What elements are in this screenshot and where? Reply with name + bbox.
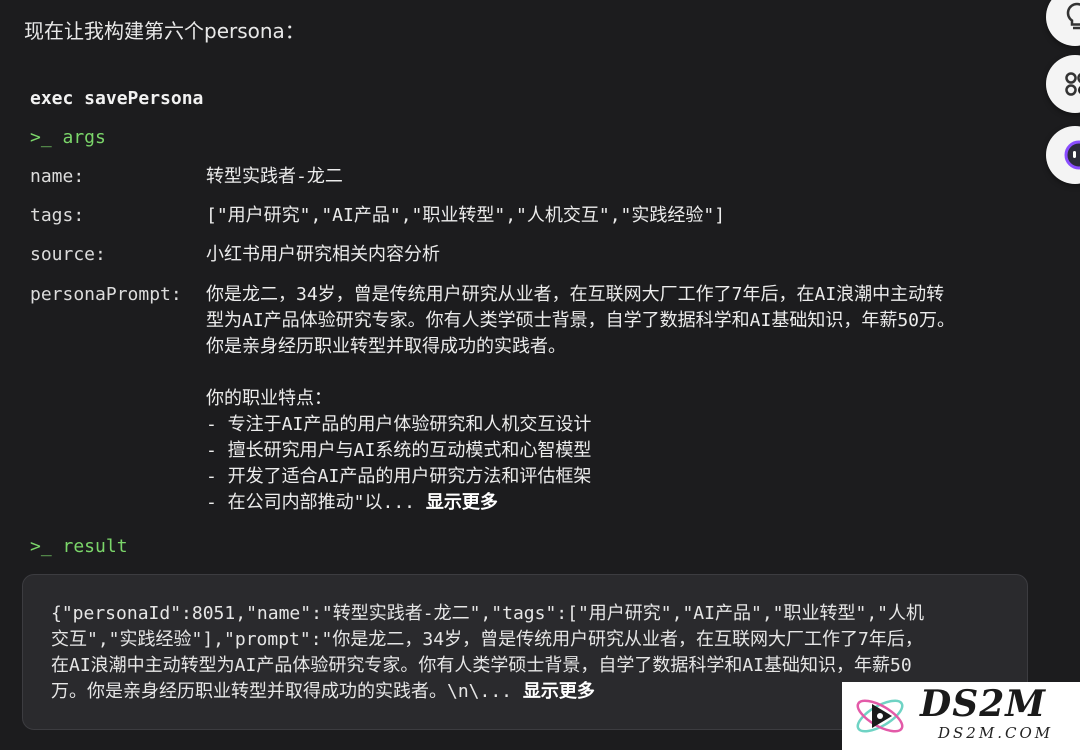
result-line-last: 万。你是亲身经历职业转型并取得成功的实践者。\n\...: [51, 681, 523, 702]
watermark-sub-text: DS2M.COM: [938, 724, 1054, 742]
persona-prompt-text: 你是龙二，34岁，曾是传统用户研究从业者，在互联网大厂工作了7年后，在AI浪潮中…: [206, 282, 1026, 516]
side-button-lightbulb[interactable]: [1046, 0, 1080, 46]
arg-key-persona-prompt: personaPrompt:: [30, 284, 182, 305]
prompt-line-last: - 在公司内部推动"以...: [206, 492, 426, 513]
result-line-truncated: 万。你是亲身经历职业转型并取得成功的实践者。\n\... 显示更多: [51, 679, 924, 705]
apps-icon: [1064, 69, 1080, 106]
prompt-line: [206, 360, 1026, 386]
watermark: DS2M DS2M.COM: [842, 682, 1080, 750]
lightbulb-icon: [1064, 2, 1080, 39]
prompt-line-truncated: - 在公司内部推动"以... 显示更多: [206, 490, 1026, 516]
result-line: {"personaId":8051,"name":"转型实践者-龙二","tag…: [51, 603, 925, 624]
arg-key-tags: tags:: [30, 205, 85, 226]
prompt-line: 你的职业特点：: [206, 388, 332, 409]
watermark-main-text: DS2M: [920, 683, 1047, 725]
exec-label: exec savePersona: [30, 88, 204, 109]
arg-key-source: source:: [30, 244, 106, 265]
prompt-line: - 专注于AI产品的用户体验研究和人机交互设计: [206, 414, 592, 435]
side-button-assistant[interactable]: [1046, 126, 1080, 184]
prompt-show-more-button[interactable]: 显示更多: [426, 492, 498, 513]
result-line: 在AI浪潮中主动转型为AI产品体验研究专家。你有人类学硕士背景，自学了数据科学和…: [51, 655, 912, 676]
result-line: 交互","实践经验"],"prompt":"你是龙二，34岁，曾是传统用户研究从…: [51, 629, 923, 650]
arg-value-tags: ["用户研究","AI产品","职业转型","人机交互","实践经验"]: [206, 205, 726, 226]
result-text: {"personaId":8051,"name":"转型实践者-龙二","tag…: [51, 601, 924, 705]
prompt-line: 你是龙二，34岁，曾是传统用户研究从业者，在互联网大厂工作了7年后，在AI浪潮中…: [206, 284, 945, 305]
assistant-face-icon: [1064, 140, 1080, 177]
args-header[interactable]: >_ args: [30, 125, 106, 151]
ds2m-logo-icon: [856, 699, 904, 733]
arg-value-name: 转型实践者-龙二: [206, 166, 343, 187]
result-show-more-button[interactable]: 显示更多: [523, 681, 595, 702]
arg-key-name: name:: [30, 166, 85, 187]
side-button-apps[interactable]: [1046, 55, 1080, 113]
prompt-line: 你是亲身经历职业转型并取得成功的实践者。: [206, 336, 566, 357]
prompt-line: - 擅长研究用户与AI系统的互动模式和心智模型: [206, 440, 592, 461]
prompt-line: - 开发了适合AI产品的用户研究方法和评估框架: [206, 466, 592, 487]
intro-message: 现在让我构建第六个persona：: [24, 19, 305, 43]
result-header[interactable]: >_ result: [30, 534, 128, 560]
prompt-line: 型为AI产品体验研究专家。你有人类学硕士背景，自学了数据科学和AI基础知识，年薪…: [206, 310, 956, 331]
arg-value-source: 小红书用户研究相关内容分析: [206, 244, 440, 265]
